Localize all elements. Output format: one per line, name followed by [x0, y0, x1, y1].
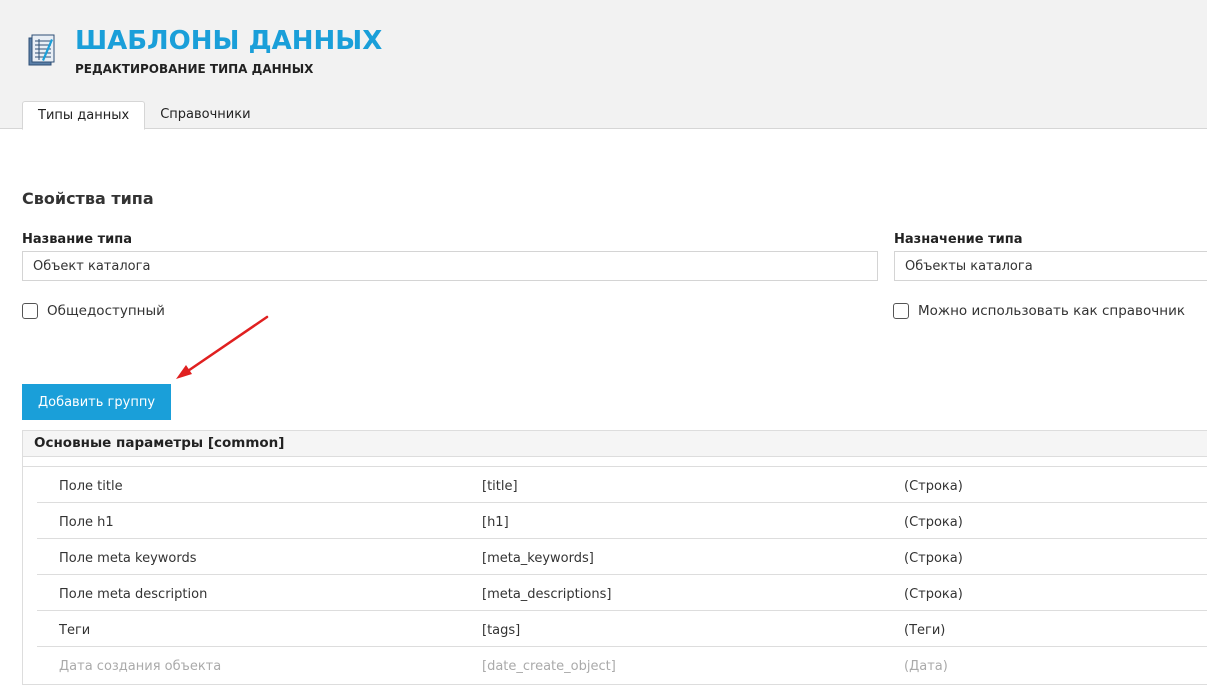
field-row-title[interactable]: Поле title [title] (Строка)	[37, 467, 1207, 503]
field-type: (Дата)	[904, 659, 948, 674]
field-identifier: [date_create_object]	[482, 659, 616, 674]
public-checkbox[interactable]	[22, 303, 38, 319]
tab-data-types[interactable]: Типы данных	[22, 101, 146, 130]
field-type: (Теги)	[904, 623, 946, 638]
public-checkbox-label: Общедоступный	[47, 303, 165, 319]
field-identifier: [tags]	[482, 623, 521, 638]
page-header: ШАБЛОНЫ ДАННЫХ РЕДАКТИРОВАНИЕ ТИПА ДАННЫ…	[0, 0, 1207, 130]
tab-references[interactable]: Справочники	[145, 101, 265, 130]
field-type: (Строка)	[904, 551, 963, 566]
field-name: Поле h1	[59, 515, 114, 530]
reference-checkbox-row[interactable]: Можно использовать как справочник	[893, 303, 1185, 319]
field-type: (Строка)	[904, 515, 963, 530]
field-row-meta-keywords[interactable]: Поле meta keywords [meta_keywords] (Стро…	[37, 539, 1207, 575]
data-templates-icon	[28, 34, 55, 66]
type-purpose-label: Назначение типа	[894, 232, 1023, 247]
field-row-meta-description[interactable]: Поле meta description [meta_descriptions…	[37, 575, 1207, 611]
tab-bar: Типы данных Справочники	[22, 101, 266, 130]
field-name: Поле meta description	[59, 587, 208, 602]
reference-checkbox-label: Можно использовать как справочник	[918, 303, 1186, 319]
field-row-date-create[interactable]: Дата создания объекта [date_create_objec…	[37, 647, 1207, 683]
field-row-h1[interactable]: Поле h1 [h1] (Строка)	[37, 503, 1207, 539]
group-header[interactable]: Основные параметры [common]	[23, 431, 1207, 457]
section-title: Свойства типа	[22, 189, 154, 208]
field-row-tags[interactable]: Теги [tags] (Теги)	[37, 611, 1207, 647]
page-subtitle: РЕДАКТИРОВАНИЕ ТИПА ДАННЫХ	[75, 62, 314, 76]
field-name: Теги	[59, 623, 91, 638]
field-identifier: [meta_keywords]	[482, 551, 594, 566]
field-identifier: [h1]	[482, 515, 509, 530]
field-type: (Строка)	[904, 479, 963, 494]
field-name: Дата создания объекта	[59, 659, 222, 674]
type-name-input[interactable]	[22, 251, 878, 281]
page-title: ШАБЛОНЫ ДАННЫХ	[75, 26, 383, 56]
field-group-common: Основные параметры [common] Поле title […	[22, 430, 1207, 685]
field-identifier: [meta_descriptions]	[482, 587, 612, 602]
field-name: Поле title	[59, 479, 123, 494]
reference-checkbox[interactable]	[893, 303, 909, 319]
field-identifier: [title]	[482, 479, 518, 494]
field-type: (Строка)	[904, 587, 963, 602]
type-name-label: Название типа	[22, 232, 133, 247]
field-name: Поле meta keywords	[59, 551, 197, 566]
red-arrow-annotation	[176, 315, 269, 379]
group-separator	[23, 457, 1207, 467]
type-purpose-input[interactable]	[894, 251, 1207, 281]
public-checkbox-row[interactable]: Общедоступный	[22, 303, 165, 319]
add-group-button[interactable]: Добавить группу	[22, 384, 171, 420]
group-field-list: Поле title [title] (Строка) Поле h1 [h1]…	[23, 467, 1207, 683]
